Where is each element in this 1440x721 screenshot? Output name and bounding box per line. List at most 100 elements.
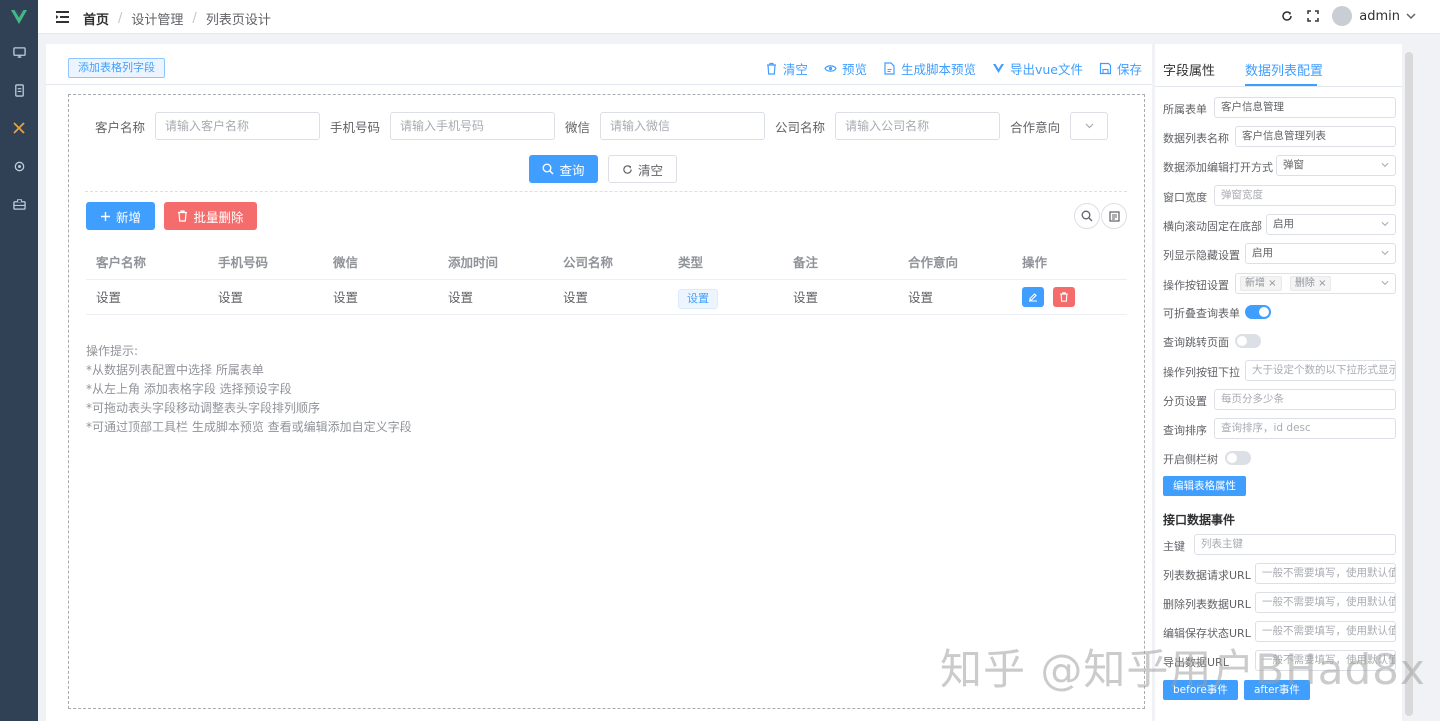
jump-switch[interactable] — [1235, 334, 1261, 348]
jump-label: 查询跳转页面 — [1163, 336, 1229, 349]
add-field-button[interactable]: 添加表格列字段 — [68, 58, 165, 78]
switch-knob — [1237, 336, 1247, 346]
panel-scrollbar[interactable] — [1405, 52, 1413, 716]
vue-logo-icon[interactable] — [9, 7, 29, 27]
dropdown-input[interactable]: 大于设定个数的以下拉形式显示 — [1245, 360, 1396, 381]
left-sidebar — [0, 0, 38, 721]
refresh-icon[interactable] — [1280, 9, 1294, 23]
tab-field-properties[interactable]: 字段属性 — [1163, 60, 1215, 79]
table-header-cell[interactable]: 微信 — [323, 245, 358, 280]
fullscreen-icon[interactable] — [1306, 9, 1320, 23]
tab-list-config[interactable]: 数据列表配置 — [1245, 60, 1323, 79]
table-header-cell[interactable]: 合作意向 — [898, 245, 958, 280]
plus-icon — [100, 211, 110, 221]
clear-tool[interactable]: 清空 — [765, 59, 808, 78]
divider — [46, 84, 1152, 85]
clear-button-label: 清空 — [637, 162, 663, 178]
table-cell-setting[interactable]: 设置 — [783, 280, 818, 315]
sort-input[interactable]: 查询排序，id desc — [1214, 418, 1396, 439]
username[interactable]: admin — [1359, 9, 1400, 24]
switch-knob — [1259, 307, 1269, 317]
tips-line: *可拖动表头字段移动调整表头字段排列顺序 — [86, 401, 321, 415]
breadcrumb-separator: / — [118, 11, 123, 26]
company-input[interactable]: 请输入公司名称 — [835, 112, 1001, 140]
search-label-company: 公司名称 — [775, 119, 826, 135]
data-table: 客户名称 手机号码 微信 添加时间 公司名称 类型 备注 合作意向 操作 设置 … — [86, 245, 1127, 315]
tree-switch[interactable] — [1225, 451, 1251, 465]
hscroll-select[interactable]: 启用 — [1266, 214, 1396, 235]
op-button-multiselect[interactable]: 新增 × 删除 × — [1235, 273, 1396, 294]
breadcrumb-design[interactable]: 设计管理 — [131, 9, 183, 28]
export-vue-tool[interactable]: 导出vue文件 — [992, 59, 1083, 78]
table-header-cell[interactable]: 客户名称 — [86, 245, 146, 280]
intent-select[interactable] — [1070, 112, 1109, 140]
table-cell-setting[interactable]: 设置 — [438, 280, 473, 315]
delete-url-input[interactable]: 一般不需要填写，使用默认值 — [1255, 592, 1396, 613]
add-button[interactable]: 新增 — [86, 202, 155, 230]
monitor-icon[interactable] — [8, 41, 30, 63]
edit-icon — [1029, 293, 1037, 302]
table-export-toggle[interactable] — [1101, 203, 1127, 229]
clear-tool-label: 清空 — [782, 62, 808, 77]
gen-script-tool[interactable]: 生成脚本预览 — [883, 59, 976, 78]
preview-tool[interactable]: 预览 — [824, 59, 867, 78]
list-url-input[interactable]: 一般不需要填写，使用默认值 — [1255, 563, 1396, 584]
breadcrumb: 首页 / 设计管理 / 列表页设计 — [83, 9, 271, 28]
gear-icon[interactable] — [8, 155, 30, 177]
table-cell-setting[interactable]: 设置 — [323, 280, 358, 315]
row-delete-button[interactable] — [1053, 287, 1075, 307]
divider — [85, 191, 1127, 192]
clear-button[interactable]: 清空 — [608, 155, 677, 183]
tips-line: *可通过顶部工具栏 生成脚本预览 查看或编辑添加自定义字段 — [86, 420, 412, 434]
pk-input[interactable]: 列表主键 — [1194, 534, 1396, 555]
query-button[interactable]: 查询 — [529, 155, 598, 183]
tips-line: *从左上角 添加表格字段 选择预设字段 — [86, 382, 292, 396]
breadcrumb-home[interactable]: 首页 — [83, 9, 109, 28]
table-header-row: 客户名称 手机号码 微信 添加时间 公司名称 类型 备注 合作意向 操作 — [86, 245, 1127, 280]
table-cell-setting[interactable]: 设置 — [553, 280, 588, 315]
hamburger-icon[interactable] — [56, 11, 69, 23]
form-input[interactable]: 客户信息管理 — [1214, 97, 1396, 118]
switch-knob — [1227, 453, 1237, 463]
collapse-switch[interactable] — [1245, 305, 1271, 319]
chevron-down-icon — [1381, 280, 1389, 286]
row-edit-button[interactable] — [1022, 287, 1044, 307]
table-search-toggle[interactable] — [1074, 203, 1100, 229]
table-cell-setting[interactable]: 设置 — [898, 280, 933, 315]
wechat-input[interactable]: 请输入微信 — [600, 112, 766, 140]
table-header-cell[interactable]: 公司名称 — [553, 245, 613, 280]
table-cell-setting[interactable]: 设置 — [86, 280, 121, 315]
table-header-cell[interactable]: 操作 — [1012, 245, 1047, 280]
list-name-input[interactable]: 客户信息管理列表 — [1235, 126, 1396, 147]
op-tag-delete[interactable]: 删除 × — [1289, 276, 1332, 291]
search-form: 客户名称 请输入客户名称 手机号码 请输入手机号码 微信 请输入微信 公司名称 … — [95, 112, 1109, 140]
window-width-input[interactable]: 弹窗宽度 — [1214, 185, 1396, 206]
table-header-cell[interactable]: 添加时间 — [438, 245, 498, 280]
table-cell-setting[interactable]: 设置 — [208, 280, 243, 315]
save-tool[interactable]: 保存 — [1099, 59, 1142, 78]
avatar[interactable] — [1332, 6, 1353, 26]
open-mode-select[interactable]: 弹窗 — [1276, 155, 1396, 176]
chevron-down-icon[interactable] — [1406, 9, 1416, 23]
chevron-down-icon — [1381, 221, 1389, 227]
page-label: 分页设置 — [1163, 395, 1207, 408]
page-input[interactable]: 每页分多少条 — [1214, 389, 1396, 410]
briefcase-icon[interactable] — [8, 193, 30, 215]
config-panel: 字段属性 数据列表配置 所属表单 客户信息管理 数据列表名称 客户信息管理列表 … — [1155, 44, 1402, 721]
document-icon[interactable] — [8, 79, 30, 101]
column-hide-select[interactable]: 启用 — [1245, 243, 1396, 264]
op-tag-add[interactable]: 新增 × — [1240, 276, 1282, 291]
table-header-cell[interactable]: 类型 — [668, 245, 703, 280]
search-icon — [1081, 210, 1093, 222]
phone-input[interactable]: 请输入手机号码 — [390, 112, 556, 140]
list-page-canvas[interactable]: 客户名称 请输入客户名称 手机号码 请输入手机号码 微信 请输入微信 公司名称 … — [68, 94, 1145, 709]
type-tag[interactable]: 设置 — [678, 289, 718, 309]
api-section-title: 接口数据事件 — [1163, 513, 1236, 527]
edit-table-button[interactable]: 编辑表格属性 — [1163, 476, 1246, 496]
batch-delete-button[interactable]: 批量删除 — [164, 202, 257, 230]
file-code-icon — [884, 62, 895, 75]
customer-name-input[interactable]: 请输入客户名称 — [155, 112, 321, 140]
table-header-cell[interactable]: 备注 — [783, 245, 818, 280]
table-header-cell[interactable]: 手机号码 — [208, 245, 268, 280]
tools-icon[interactable] — [8, 117, 30, 139]
